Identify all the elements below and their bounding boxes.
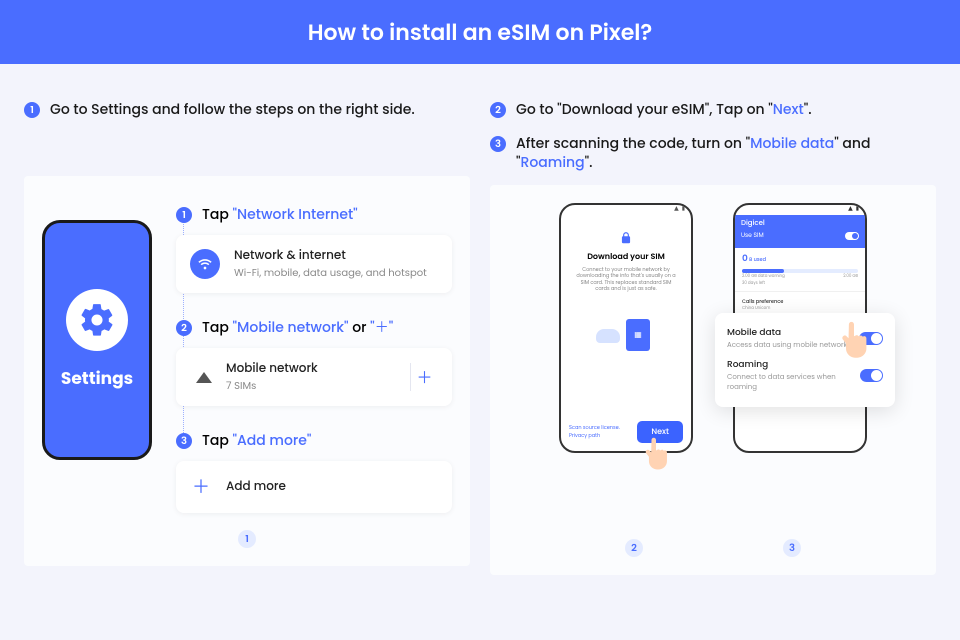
step-badge: 2 [176, 320, 192, 336]
usage-amount: 0 B used [742, 253, 858, 266]
instruction-3: 3 After scanning the code, turn on "Mobi… [490, 134, 936, 173]
substep-text: Tap "Add more" [202, 430, 311, 451]
row-sub: Access data using mobile network [727, 341, 847, 351]
card-subtitle: 7 SIMs [226, 378, 396, 394]
right-instructions: 2 Go to "Download your eSIM", Tap on "Ne… [490, 84, 936, 173]
status-bar: ▲▮ [735, 205, 865, 215]
panel-1: Settings 1 Tap "Network Internet" Networ… [24, 176, 470, 566]
download-desc: Connect to your mobile network by downlo… [571, 267, 681, 293]
main-content: 1 Go to Settings and follow the steps on… [0, 64, 960, 575]
row-sub: Connect to data services when roaming [727, 373, 860, 393]
page-title: How to install an eSIM on Pixel? [308, 16, 653, 49]
settings-phone: Settings [42, 220, 152, 460]
hand-pointer-icon [641, 437, 671, 473]
status-bar: ▲▮ [561, 205, 691, 215]
substep-text: Tap "Network Internet" [202, 204, 358, 225]
carrier-name: Digicel [741, 219, 859, 229]
step-badge: 2 [490, 102, 506, 118]
roaming-toggle[interactable] [860, 369, 883, 382]
download-phone-wrap: ▲▮ Download your SIM Connect to your mob… [559, 203, 693, 453]
right-column: 2 Go to "Download your eSIM", Tap on "Ne… [490, 84, 936, 575]
row-text: Mobile data Access data using mobile net… [727, 327, 847, 351]
mobile-network-card[interactable]: Mobile network 7 SIMs ＋ [176, 348, 452, 406]
instruction-1: 1 Go to Settings and follow the steps on… [24, 100, 470, 120]
sim-header: Digicel Use SIM [735, 215, 865, 248]
left-column: 1 Go to Settings and follow the steps on… [24, 84, 470, 575]
network-internet-card[interactable]: Network & internet Wi-Fi, mobile, data u… [176, 235, 452, 293]
row-text: Roaming Connect to data services when ro… [727, 359, 860, 393]
instruction-text: Go to Settings and follow the steps on t… [50, 100, 415, 120]
substep-text: Tap "Mobile network" or "＋" [202, 317, 393, 338]
card-text: Mobile network 7 SIMs [226, 360, 396, 394]
substep-3: 3 Tap "Add more" ＋ Add more [176, 430, 452, 513]
signal-icon [196, 372, 212, 383]
substep-head: 1 Tap "Network Internet" [176, 204, 452, 225]
plus-button[interactable]: ＋ [410, 363, 438, 391]
instruction-2: 2 Go to "Download your eSIM", Tap on "Ne… [490, 100, 936, 120]
secondary-link[interactable]: Scan source license. Privacy path [569, 424, 637, 440]
panel-badge-1: 1 [238, 530, 256, 548]
row-title: Mobile data [727, 327, 847, 340]
card-title: Network & internet [234, 247, 438, 265]
use-sim-row[interactable]: Use SIM [741, 232, 859, 244]
download-body: Download your SIM Connect to your mobile… [561, 215, 691, 391]
days-left: 30 days left [742, 281, 858, 286]
panel-numbers: 2 3 [490, 539, 936, 557]
left-instructions: 1 Go to Settings and follow the steps on… [24, 84, 470, 164]
step-badge: 1 [24, 102, 40, 118]
substep-2: 2 Tap "Mobile network" or "＋" Mobile net… [176, 317, 452, 406]
wifi-icon [190, 249, 220, 279]
row-title: Calls preference [742, 298, 858, 306]
plus-icon: ＋ [190, 473, 212, 501]
card-subtitle: Wi-Fi, mobile, data usage, and hotspot [234, 265, 438, 281]
usage-bar [742, 269, 858, 273]
qr-illustration: ▦ [596, 315, 656, 359]
card-title: Add more [226, 478, 438, 496]
gear-icon [66, 289, 128, 351]
instruction-text: Go to "Download your eSIM", Tap on "Next… [516, 100, 812, 120]
page-header: How to install an eSIM on Pixel? [0, 0, 960, 64]
download-sim-phone: ▲▮ Download your SIM Connect to your mob… [559, 203, 693, 453]
card-text: Add more [226, 478, 438, 496]
cloud-icon [596, 329, 620, 343]
panel-2: ▲▮ Download your SIM Connect to your mob… [490, 185, 936, 575]
substeps: 1 Tap "Network Internet" Network & inter… [176, 204, 452, 513]
step-badge: 1 [176, 207, 192, 223]
panel-number: 1 [24, 530, 470, 548]
row-value: China Unicom [742, 306, 858, 311]
settings-label: Settings [61, 365, 133, 391]
data-usage-section: 0 B used 2.00 GB data warning2.00 GB 30 … [735, 248, 865, 292]
step-badge: 3 [176, 433, 192, 449]
card-text: Network & internet Wi-Fi, mobile, data u… [234, 247, 438, 281]
lock-icon [619, 231, 633, 245]
instruction-text: After scanning the code, turn on "Mobile… [516, 134, 936, 173]
mobile-data-phone-wrap: ▲▮ Digicel Use SIM 0 B used 2.00 GB data… [733, 203, 867, 453]
bar-labels: 2.00 GB data warning2.00 GB [742, 274, 858, 279]
step-badge: 3 [490, 136, 506, 152]
substep-head: 3 Tap "Add more" [176, 430, 452, 451]
substep-head: 2 Tap "Mobile network" or "＋" [176, 317, 452, 338]
add-more-card[interactable]: ＋ Add more [176, 461, 452, 513]
panel-badge-2: 2 [625, 539, 643, 557]
panel-badge-3: 3 [783, 539, 801, 557]
card-title: Mobile network [226, 360, 396, 378]
hand-pointer-icon [837, 321, 871, 361]
toggle-on-icon[interactable] [845, 232, 859, 240]
substep-1: 1 Tap "Network Internet" Network & inter… [176, 204, 452, 293]
download-title: Download your SIM [571, 251, 681, 263]
sim-icon: ▦ [626, 319, 650, 351]
